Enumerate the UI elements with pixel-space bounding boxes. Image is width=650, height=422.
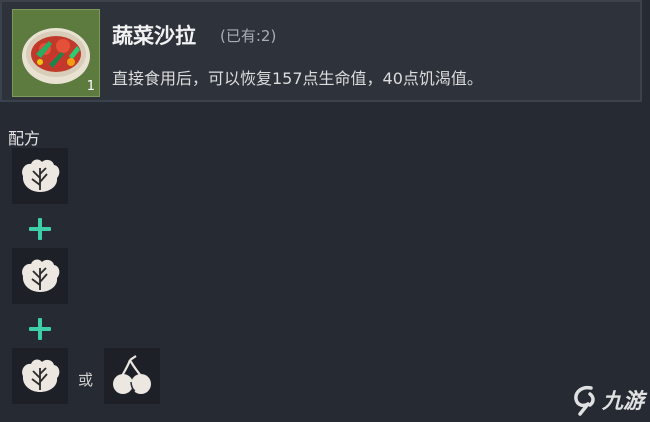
watermark: 九游 bbox=[570, 384, 644, 416]
ingredient-slot-3[interactable] bbox=[12, 348, 68, 404]
watermark-text: 九游 bbox=[602, 389, 644, 413]
cabbage-leaf-icon bbox=[22, 359, 60, 392]
or-label: 或 bbox=[78, 371, 94, 389]
item-info-panel: 1 蔬菜沙拉 (已有:2) 直接食用后，可以恢复157点生命值，40点饥渴值。 bbox=[0, 0, 642, 102]
ingredient-slot-alternative[interactable] bbox=[104, 348, 160, 404]
plus-icon bbox=[29, 218, 51, 240]
ingredient-slot-1[interactable] bbox=[12, 148, 68, 204]
item-name: 蔬菜沙拉 bbox=[112, 24, 196, 48]
item-description: 直接食用后，可以恢复157点生命值，40点饥渴值。 bbox=[112, 69, 483, 88]
item-count: 1 bbox=[86, 79, 95, 94]
recipe-label: 配方 bbox=[8, 129, 41, 148]
owned-count: (已有:2) bbox=[220, 27, 277, 45]
vegetable-salad-icon bbox=[22, 28, 90, 84]
cabbage-leaf-icon bbox=[22, 259, 60, 292]
ingredient-slot-2[interactable] bbox=[12, 248, 68, 304]
item-slot[interactable]: 1 bbox=[12, 9, 100, 97]
cabbage-leaf-icon bbox=[22, 159, 60, 192]
cherry-icon bbox=[113, 355, 151, 394]
plus-icon bbox=[29, 318, 51, 340]
jiuyou-logo-icon bbox=[574, 385, 595, 416]
